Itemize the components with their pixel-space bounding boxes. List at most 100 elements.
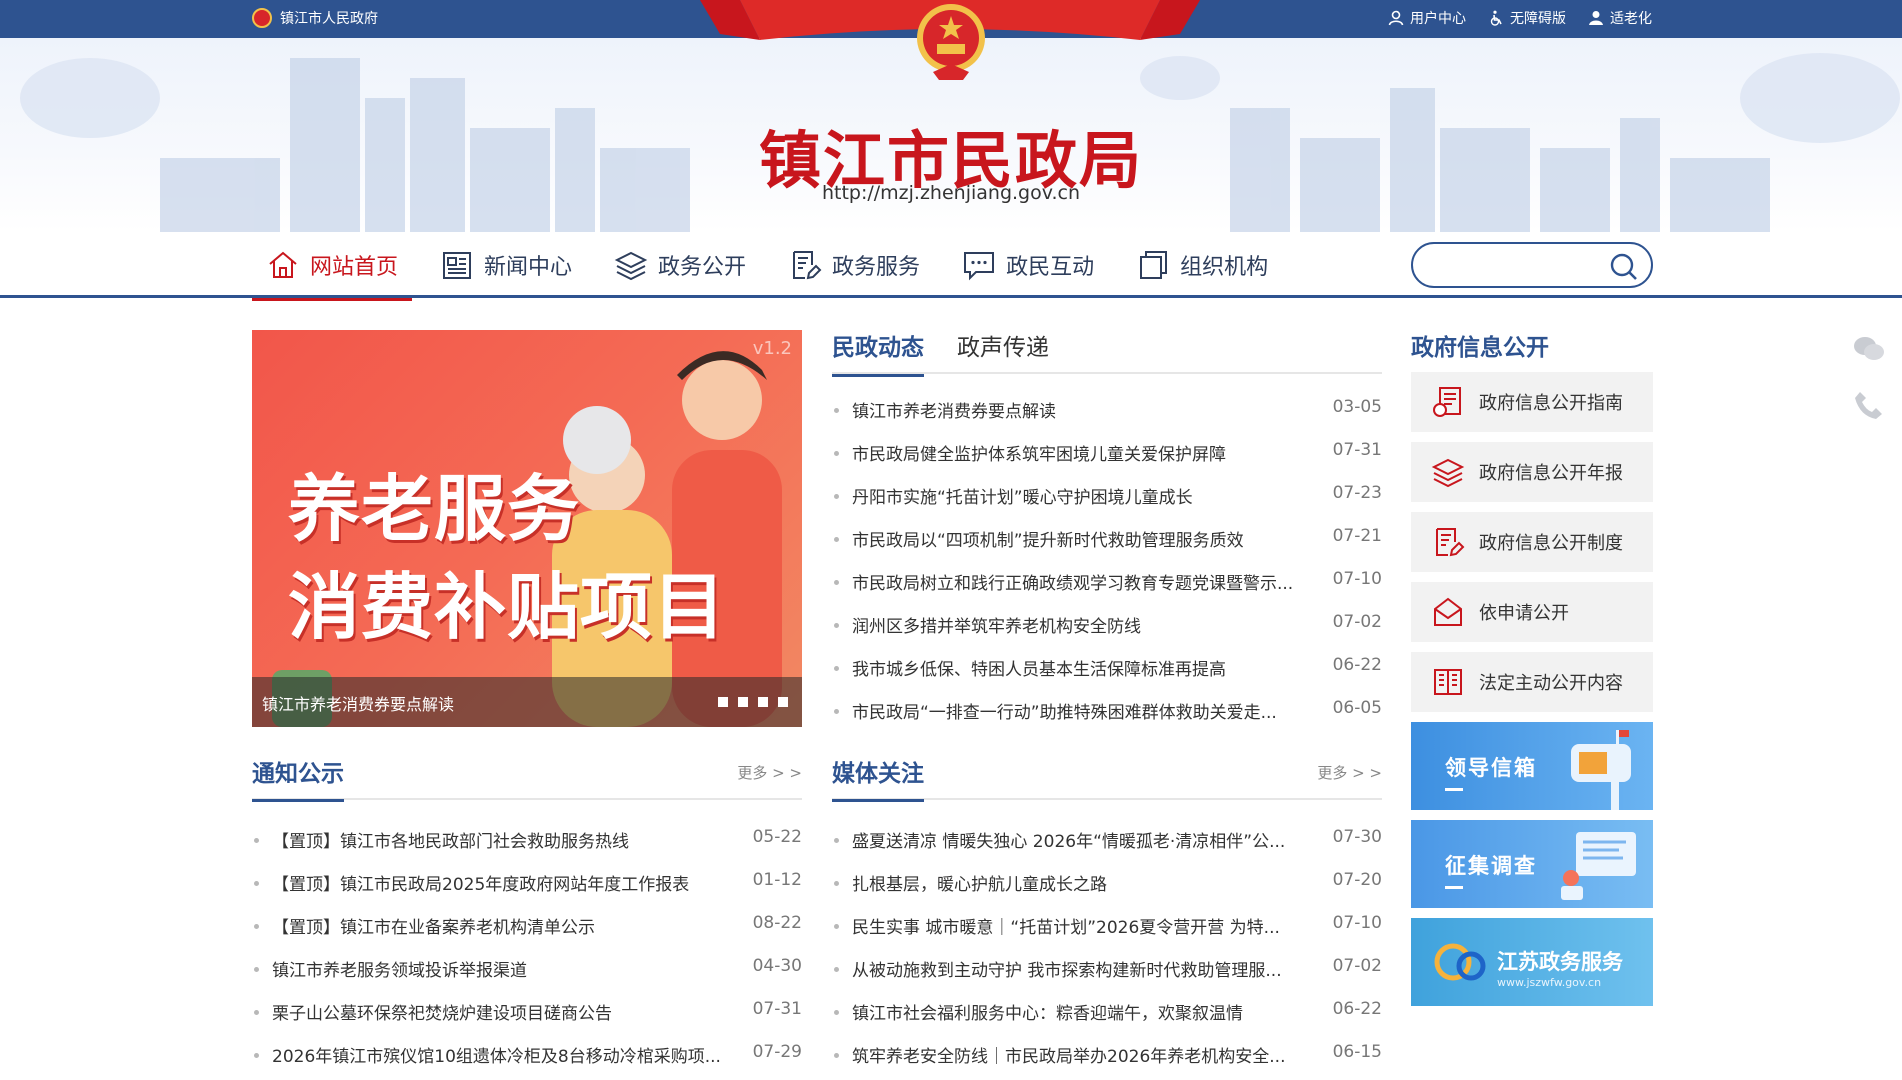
nav-services[interactable]: 政务服务 (774, 232, 934, 298)
list-item[interactable]: 市民政局健全监护体系筑牢困境儿童关爱保护屏障 07-31 (832, 431, 1382, 474)
media-title: 从被动施救到主动守护 我市探索构建新时代救助管理服... (852, 961, 1282, 981)
promo-label: 征集调查 (1445, 854, 1537, 878)
list-item[interactable]: 丹阳市实施“托苗计划”暖心守护困境儿童成长 07-23 (832, 474, 1382, 517)
news-title: 市民政局“一排查一行动”助推特殊困难群体救助关爱走... (852, 703, 1277, 723)
notices-list: 【置顶】镇江市各地民政部门社会救助服务热线 05-22 【置顶】镇江市民政局202… (252, 818, 802, 1076)
media-title: 镇江市社会福利服务中心：粽香迎端午，欢聚叙温情 (852, 1004, 1243, 1024)
search-icon[interactable] (1609, 252, 1639, 282)
sidebar-item-system[interactable]: 政府信息公开制度 (1411, 512, 1653, 572)
news-title: 丹阳市实施“托苗计划”暖心守护困境儿童成长 (852, 488, 1193, 508)
sidebar-item-guide[interactable]: 政府信息公开指南 (1411, 372, 1653, 432)
media-title: 扎根基层，暖心护航儿童成长之路 (852, 875, 1107, 895)
tab-civil-affairs-news[interactable]: 民政动态 (832, 328, 924, 377)
list-item[interactable]: 扎根基层，暖心护航儿童成长之路 07-20 (832, 861, 1382, 904)
tab-government-voice[interactable]: 政声传递 (957, 328, 1049, 374)
topbar-links: 用户中心 无障碍版 适老化 (1388, 8, 1652, 28)
list-item[interactable]: 2026年镇江市殡仪馆10组遗体冷柜及8台移动冷棺采购项... 07-29 (252, 1033, 802, 1076)
list-item[interactable]: 润州区多措并举筑牢养老机构安全防线 07-02 (832, 603, 1382, 646)
notice-date: 07-31 (752, 999, 802, 1019)
nav-open-government[interactable]: 政务公开 (600, 232, 760, 298)
media-title: 民生实事 城市暖意｜“托苗计划”2026夏令营开营 为特... (852, 918, 1280, 938)
sidebar-item-statutory[interactable]: 法定主动公开内容 (1411, 652, 1653, 712)
sidebar-item-label: 法定主动公开内容 (1479, 673, 1623, 694)
notice-date: 08-22 (752, 913, 802, 933)
sidebar-item-apply[interactable]: 依申请公开 (1411, 582, 1653, 642)
sidebar-title: 政府信息公开 (1411, 335, 1549, 361)
jiangsu-service-banner[interactable]: 江苏政务服务 www.jszwfw.gov.cn (1411, 918, 1653, 1006)
news-date: 07-10 (1332, 569, 1382, 589)
list-item[interactable]: 市民政局“一排查一行动”助推特殊困难群体救助关爱走... 06-05 (832, 689, 1382, 732)
list-item[interactable]: 市民政局以“四项机制”提升新时代救助管理服务质效 07-21 (832, 517, 1382, 560)
list-item[interactable]: 【置顶】镇江市各地民政部门社会救助服务热线 05-22 (252, 818, 802, 861)
wechat-icon[interactable] (1852, 332, 1886, 366)
accessibility-link[interactable]: 无障碍版 (1488, 8, 1566, 28)
leader-mailbox-banner[interactable]: 领导信箱 (1411, 722, 1653, 810)
sidebar-item-annual-report[interactable]: 政府信息公开年报 (1411, 442, 1653, 502)
news-date: 06-22 (1332, 655, 1382, 675)
news-date: 07-21 (1332, 526, 1382, 546)
envelope-icon (1434, 597, 1462, 626)
news-icon (443, 252, 472, 279)
news-date: 07-23 (1332, 483, 1382, 503)
notices-more-link[interactable]: 更多 > > (737, 762, 802, 783)
news-date: 03-05 (1332, 397, 1382, 417)
gov-link[interactable]: 镇江市人民政府 (252, 8, 378, 28)
list-item[interactable]: 民生实事 城市暖意｜“托苗计划”2026夏令营开营 为特... 07-10 (832, 904, 1382, 947)
list-item[interactable]: 镇江市养老服务领域投诉举报渠道 04-30 (252, 947, 802, 990)
guide-document-icon (1433, 387, 1461, 417)
news-title: 镇江市养老消费券要点解读 (852, 402, 1056, 422)
list-item[interactable]: 筑牢养老安全防线｜市民政局举办2026年养老机构安全... 06-15 (832, 1033, 1382, 1076)
list-item[interactable]: 镇江市养老消费券要点解读 03-05 (832, 388, 1382, 431)
nav-services-label: 政务服务 (832, 255, 921, 280)
carousel-caption-bar: 镇江市养老消费券要点解读 (252, 677, 802, 727)
news-date: 06-05 (1332, 698, 1382, 718)
user-center-link[interactable]: 用户中心 (1388, 8, 1466, 28)
nav-home[interactable]: 网站首页 (252, 232, 413, 301)
media-more-link[interactable]: 更多 > > (1317, 762, 1382, 783)
layers-icon (1431, 458, 1465, 488)
news-carousel[interactable]: v1.2 养老服务 消费补贴项目 镇江市养老消费券要点解读 (252, 330, 802, 727)
nav-news[interactable]: 新闻中心 (426, 232, 586, 298)
phone-icon[interactable] (1852, 388, 1886, 422)
survey-banner[interactable]: 征集调查 (1411, 820, 1653, 908)
document-edit-icon (1436, 528, 1465, 557)
list-item[interactable]: 盛夏送清凉 情暖失独心 2026年“情暖孤老·清凉相伴”公... 07-30 (832, 818, 1382, 861)
search-input[interactable] (1431, 254, 1601, 278)
media-date: 06-15 (1332, 1042, 1382, 1062)
list-item[interactable]: 镇江市社会福利服务中心：粽香迎端午，欢聚叙温情 06-22 (832, 990, 1382, 1033)
list-item[interactable]: 栗子山公墓环保祭祀焚烧炉建设项目磋商公告 07-31 (252, 990, 802, 1033)
version-label: v1.2 (752, 338, 792, 359)
info-disclosure-sidebar: 政府信息公开 政府信息公开指南 政府信息公开年报 政府信息公开制度 依申请公开 … (1411, 322, 1653, 1016)
list-item[interactable]: 【置顶】镇江市民政局2025年度政府网站年度工作报表 01-12 (252, 861, 802, 904)
list-item[interactable]: 市民政局树立和践行正确政绩观学习教育专题党课暨警示... 07-10 (832, 560, 1382, 603)
nav-organization[interactable]: 组织机构 (1122, 232, 1282, 298)
carousel-dot[interactable] (778, 697, 788, 707)
notice-title: 【置顶】镇江市民政局2025年度政府网站年度工作报表 (272, 875, 690, 895)
elder-mode-link[interactable]: 适老化 (1588, 8, 1652, 28)
carousel-dot[interactable] (718, 697, 728, 707)
sidebar-item-label: 依申请公开 (1479, 603, 1569, 624)
media-date: 07-10 (1332, 913, 1382, 933)
nav-home-label: 网站首页 (310, 255, 399, 280)
nav-organization-label: 组织机构 (1180, 255, 1269, 280)
home-icon (269, 251, 297, 278)
news-title: 市民政局健全监护体系筑牢困境儿童关爱保护屏障 (852, 445, 1226, 465)
notice-title: 2026年镇江市殡仪馆10组遗体冷柜及8台移动冷棺采购项... (272, 1047, 721, 1067)
copy-icon (1140, 251, 1168, 279)
document-edit-icon (793, 251, 822, 280)
list-item[interactable]: 从被动施救到主动守护 我市探索构建新时代救助管理服... 07-02 (832, 947, 1382, 990)
sidebar-item-label: 政府信息公开制度 (1479, 533, 1623, 554)
carousel-headline-2: 消费补贴项目 (288, 564, 727, 649)
notice-date: 01-12 (752, 870, 802, 890)
search-box (1411, 242, 1653, 288)
sidebar-item-label: 政府信息公开指南 (1479, 393, 1623, 414)
carousel-caption[interactable]: 镇江市养老消费券要点解读 (262, 691, 454, 715)
list-item[interactable]: 我市城乡低保、特困人员基本生活保障标准再提高 06-22 (832, 646, 1382, 689)
carousel-dot[interactable] (738, 697, 748, 707)
news-list: 镇江市养老消费券要点解读 03-05 市民政局健全监护体系筑牢困境儿童关爱保护屏障… (832, 388, 1382, 732)
news-title: 我市城乡低保、特困人员基本生活保障标准再提高 (852, 660, 1226, 680)
news-title: 润州区多措并举筑牢养老机构安全防线 (852, 617, 1141, 637)
carousel-dot[interactable] (758, 697, 768, 707)
nav-interaction[interactable]: 政民互动 (948, 232, 1108, 298)
list-item[interactable]: 【置顶】镇江市在业备案养老机构清单公示 08-22 (252, 904, 802, 947)
